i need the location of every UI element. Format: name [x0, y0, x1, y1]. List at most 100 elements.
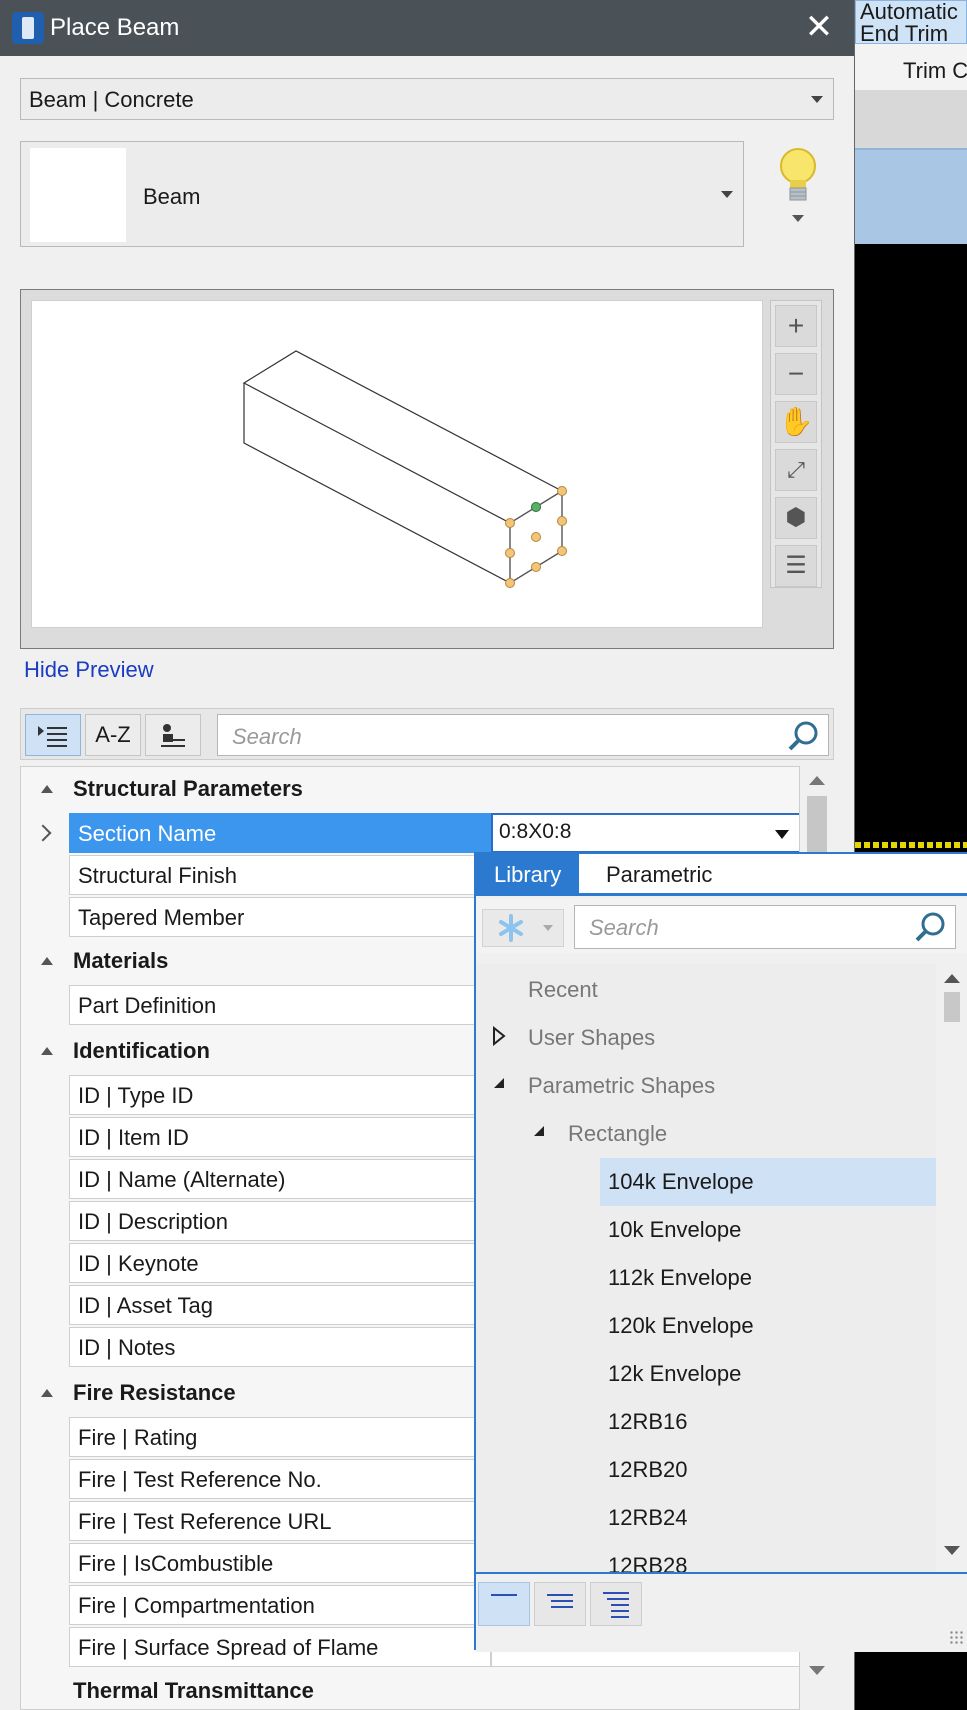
category-label: Structural Parameters	[73, 776, 303, 801]
preview-panel: + − ✋ ⤢ ⬢ ☰	[20, 289, 834, 649]
automatic-end-trim-line1: Automatic	[860, 0, 958, 24]
tree-item[interactable]: 12RB28	[608, 1542, 688, 1572]
section-name-value: 0:8X0:8	[499, 820, 572, 843]
section-tree-scrollbar[interactable]	[938, 964, 967, 1572]
property-row-section-name[interactable]: Section Name 0:8X0:8	[69, 813, 799, 853]
zoom-out-icon[interactable]: −	[775, 353, 817, 395]
ribbon-band	[855, 90, 967, 148]
hide-preview-link[interactable]: Hide Preview	[24, 657, 154, 683]
property-name: Fire | Rating	[69, 1417, 491, 1457]
close-icon[interactable]: ✕	[803, 10, 835, 44]
display-style-icon[interactable]: ☰	[775, 545, 817, 587]
type-dropdown-value: Beam	[143, 184, 201, 209]
automatic-end-trim-line2: End Trim	[860, 21, 949, 44]
view-cube-icon[interactable]: ⬢	[775, 497, 817, 539]
family-dropdown[interactable]: Beam | Concrete	[20, 78, 834, 120]
property-name: Fire | IsCombustible	[69, 1543, 491, 1583]
section-name-dropdown[interactable]: 0:8X0:8	[491, 813, 799, 853]
single-line-view-icon[interactable]	[478, 1582, 530, 1626]
zoom-in-icon[interactable]: +	[775, 305, 817, 347]
category-label: Materials	[73, 948, 169, 973]
resize-grip-icon[interactable]	[949, 1630, 965, 1646]
collapse-icon	[41, 1047, 53, 1055]
search-placeholder: Search	[232, 724, 302, 749]
tree-item[interactable]: 104k Envelope	[600, 1158, 936, 1206]
section-name-popup: Library Parametric Search Recent User Sh…	[474, 852, 967, 1652]
scroll-up-icon[interactable]	[809, 776, 825, 785]
tree-item[interactable]: 12RB20	[608, 1446, 688, 1494]
tree-node-recent[interactable]: Recent	[528, 966, 598, 1014]
tree-node-rectangle[interactable]: Rectangle	[568, 1110, 667, 1158]
title-bar[interactable]: Place Beam ✕	[0, 0, 854, 56]
row-expand-icon[interactable]	[34, 824, 52, 842]
tab-library[interactable]: Library	[476, 854, 580, 894]
property-filter-icon[interactable]	[145, 714, 201, 756]
property-name: ID | Description	[69, 1201, 491, 1241]
list-view-icon[interactable]	[534, 1582, 586, 1626]
tree-item[interactable]: 10k Envelope	[608, 1206, 741, 1254]
pan-hand-icon[interactable]: ✋	[775, 401, 817, 443]
search-icon[interactable]	[786, 718, 822, 754]
category-thermal-transmittance[interactable]: Thermal Transmittance	[21, 1671, 799, 1709]
section-tree: Recent User Shapes Parametric Shapes Rec…	[476, 964, 936, 1572]
expand-icon[interactable]	[492, 1026, 506, 1046]
property-name: Section Name	[69, 813, 491, 853]
collapse-icon	[41, 957, 53, 965]
type-thumbnail	[30, 148, 126, 242]
view-element-highlight	[855, 842, 967, 848]
property-name: ID | Notes	[69, 1327, 491, 1367]
property-name: Fire | Test Reference URL	[69, 1501, 491, 1541]
family-dropdown-value: Beam | Concrete	[29, 87, 194, 112]
tree-item[interactable]: 112k Envelope	[608, 1254, 752, 1302]
sort-az-button[interactable]: A-Z	[85, 714, 141, 756]
category-structural-parameters[interactable]: Structural Parameters	[21, 769, 799, 809]
property-name: ID | Name (Alternate)	[69, 1159, 491, 1199]
search-icon[interactable]	[913, 909, 949, 945]
tab-parametric[interactable]: Parametric	[588, 854, 730, 894]
properties-toolbar: A-Z Search	[20, 708, 834, 760]
tree-item[interactable]: 120k Envelope	[608, 1302, 754, 1350]
dialog-title: Place Beam	[50, 14, 180, 41]
property-name: ID | Keynote	[69, 1243, 491, 1283]
beam-preview-canvas[interactable]	[31, 300, 763, 628]
tree-item[interactable]: 12RB24	[608, 1494, 688, 1542]
detail-list-view-icon[interactable]	[590, 1582, 642, 1626]
popup-toolbar: Search	[476, 899, 967, 953]
scroll-down-icon[interactable]	[944, 1546, 960, 1555]
scroll-up-icon[interactable]	[944, 974, 960, 983]
property-name: Part Definition	[69, 985, 491, 1025]
collapse-icon[interactable]	[532, 1124, 546, 1138]
category-label: Fire Resistance	[73, 1380, 236, 1405]
category-label: Thermal Transmittance	[73, 1678, 314, 1703]
section-search-input[interactable]: Search	[574, 905, 956, 949]
scroll-down-icon[interactable]	[809, 1666, 825, 1675]
scroll-thumb[interactable]	[944, 992, 960, 1022]
property-name: Tapered Member	[69, 897, 491, 937]
collapse-icon[interactable]	[492, 1076, 506, 1090]
snowflake-filter-icon[interactable]	[482, 909, 564, 947]
tree-item[interactable]: 12RB16	[608, 1398, 688, 1446]
categorized-list-icon[interactable]	[25, 714, 81, 756]
property-name: ID | Type ID	[69, 1075, 491, 1115]
chevron-down-icon	[811, 96, 823, 103]
chevron-down-icon	[775, 830, 789, 839]
tree-node-parametric-shapes[interactable]: Parametric Shapes	[528, 1062, 715, 1110]
chevron-down-icon	[721, 191, 733, 198]
properties-search-input[interactable]: Search	[217, 714, 829, 756]
type-dropdown[interactable]: Beam	[20, 141, 744, 247]
automatic-end-trim-button[interactable]: Automatic End Trim	[855, 0, 967, 44]
preview-toolbar: + − ✋ ⤢ ⬢ ☰	[770, 300, 822, 588]
category-label: Identification	[73, 1038, 210, 1063]
collapse-icon	[41, 1389, 53, 1397]
popup-tabs: Library Parametric	[476, 854, 967, 896]
tree-node-user-shapes[interactable]: User Shapes	[528, 1014, 655, 1062]
lightbulb-icon[interactable]	[778, 146, 822, 226]
ribbon-highlight-band	[855, 148, 967, 244]
property-name: ID | Item ID	[69, 1117, 491, 1157]
tree-item[interactable]: 12k Envelope	[608, 1350, 741, 1398]
search-placeholder: Search	[589, 915, 659, 940]
property-name: ID | Asset Tag	[69, 1285, 491, 1325]
fit-view-icon[interactable]: ⤢	[775, 449, 817, 491]
trim-label[interactable]: Trim C	[855, 58, 967, 84]
property-name: Fire | Surface Spread of Flame	[69, 1627, 491, 1667]
